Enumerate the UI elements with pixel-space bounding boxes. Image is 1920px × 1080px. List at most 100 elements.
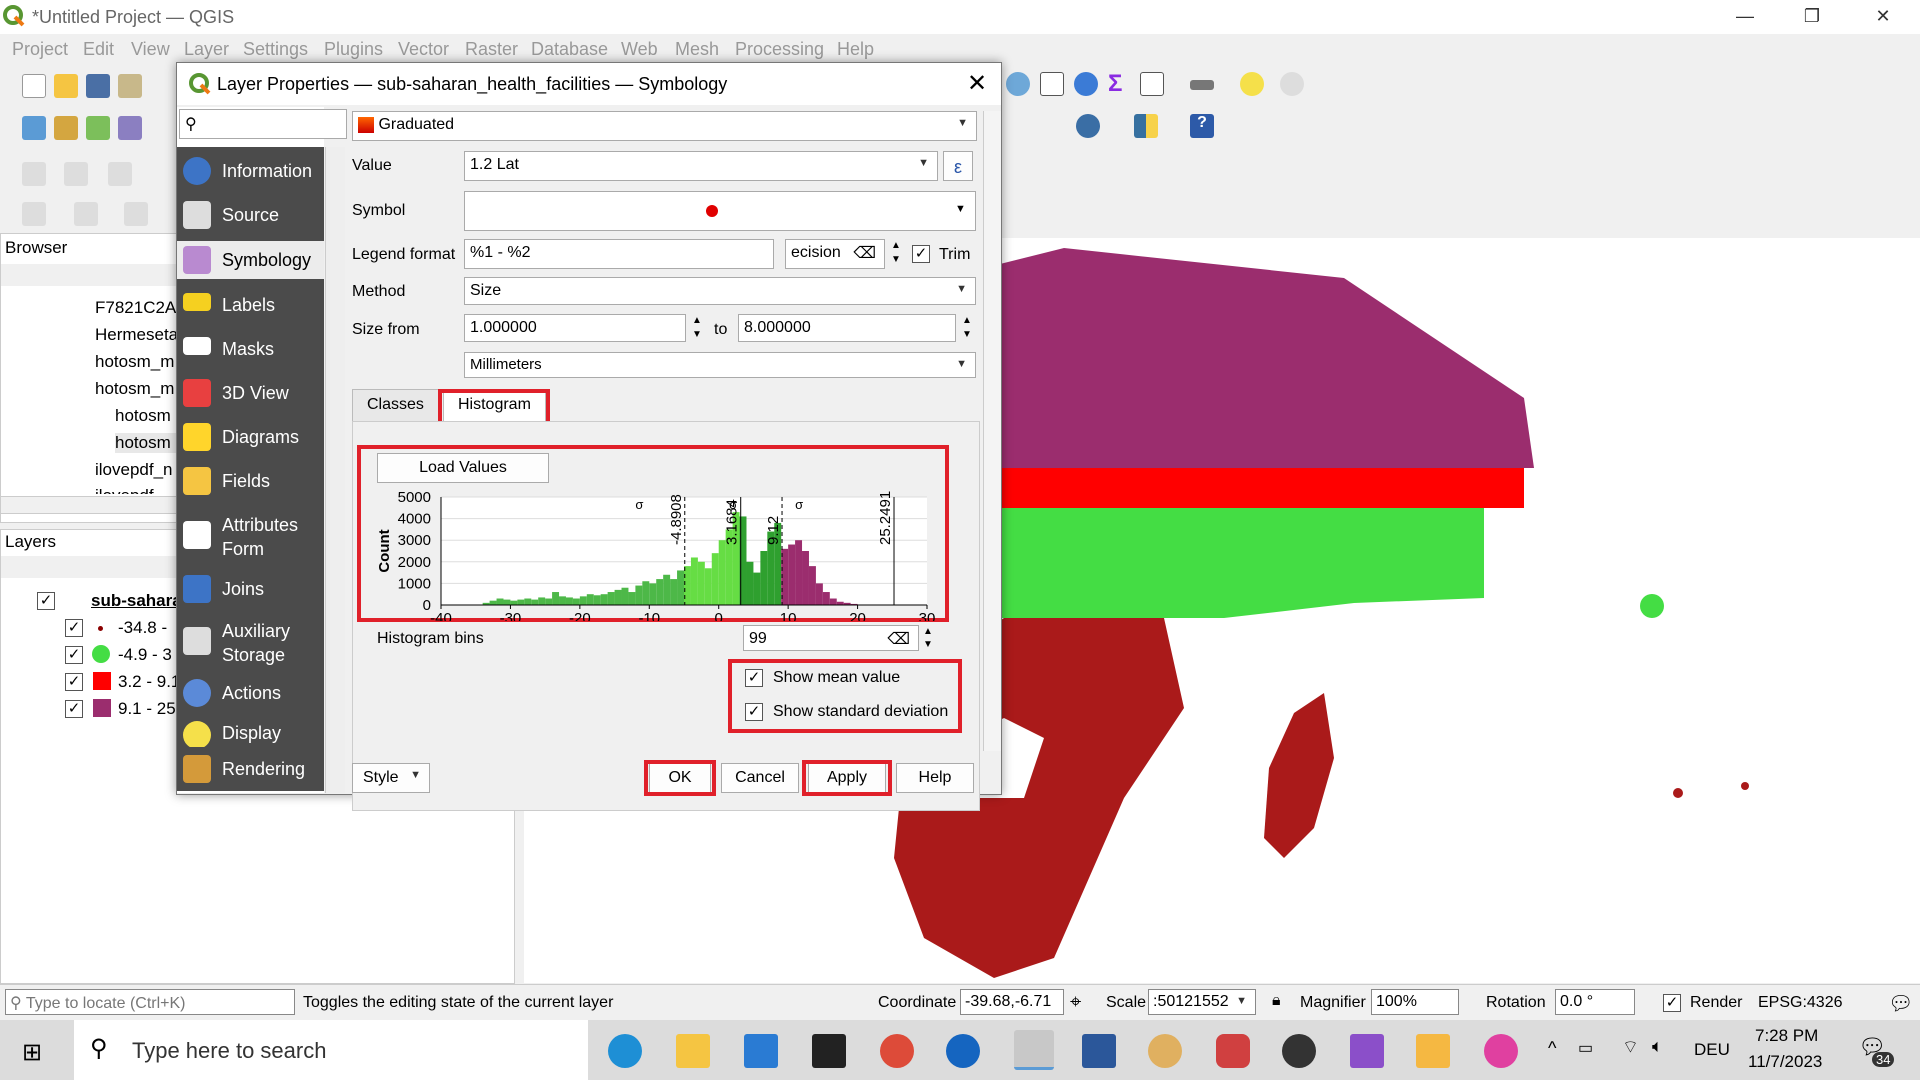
clipchamp-icon[interactable] [1350, 1034, 1384, 1068]
sidebar-item-auxiliary-storage[interactable]: Auxiliary Storage [177, 613, 324, 669]
unit-select[interactable]: Millimeters [464, 352, 976, 378]
menu-raster[interactable]: Raster [465, 39, 518, 60]
clear-icon[interactable]: ⌫ [887, 629, 910, 649]
word-icon[interactable] [1082, 1034, 1116, 1068]
bins-stepper[interactable]: ▲ ▼ [919, 625, 937, 651]
method-select[interactable]: Size [464, 277, 976, 305]
sidebar-item-joins[interactable]: Joins [177, 571, 324, 607]
menu-project[interactable]: Project [12, 39, 68, 60]
browser-item[interactable]: hotosm_m [95, 352, 174, 372]
class-checkbox[interactable]: ✓ [65, 619, 83, 637]
obs-icon[interactable] [1282, 1034, 1316, 1068]
taskbar-search[interactable]: ⚲ Type here to search [74, 1020, 588, 1080]
sidebar-item-fields[interactable]: Fields [177, 463, 324, 499]
select-icon[interactable] [22, 162, 46, 186]
class-checkbox[interactable]: ✓ [65, 673, 83, 691]
chevron-down-icon[interactable]: ▼ [955, 203, 966, 215]
browser-item[interactable]: ilovepdf [95, 486, 154, 494]
edge-icon[interactable] [608, 1034, 642, 1068]
size-to-stepper[interactable]: ▲ ▼ [957, 314, 977, 342]
show-stddev-checkbox[interactable]: ✓ [745, 703, 763, 721]
annotation-icon[interactable] [22, 202, 46, 226]
chevron-up-icon[interactable]: ^ [1548, 1038, 1556, 1059]
open-project-icon[interactable] [54, 74, 78, 98]
globe-icon[interactable] [1076, 114, 1100, 138]
sidebar-item-information[interactable]: Information [177, 153, 324, 189]
help-icon[interactable]: ? [1190, 114, 1214, 138]
sidebar-item-source[interactable]: Source [177, 197, 324, 233]
layer-visibility-checkbox[interactable]: ✓ [37, 592, 55, 610]
settings-gear-icon[interactable] [1074, 72, 1098, 96]
render-checkbox[interactable]: ✓ [1663, 994, 1681, 1012]
sidebar-item-symbology[interactable]: Symbology [177, 241, 324, 279]
size-to-input[interactable]: 8.000000 [738, 314, 956, 342]
paint-icon[interactable] [1148, 1034, 1182, 1068]
open-table-icon[interactable] [1140, 72, 1164, 96]
battery-icon[interactable]: ▭ [1578, 1038, 1593, 1058]
volume-icon[interactable]: 🔈︎ [1652, 1036, 1663, 1057]
python-icon[interactable] [1134, 114, 1158, 138]
sidebar-item-diagrams[interactable]: Diagrams [177, 419, 324, 455]
rotation-field[interactable]: 0.0 ° [1555, 989, 1635, 1015]
menu-layer[interactable]: Layer [184, 39, 229, 60]
expression-icon[interactable]: ε [943, 151, 973, 181]
lock-icon[interactable]: 🔒︎ [1272, 992, 1281, 1010]
sidebar-item-display[interactable]: Display [177, 719, 324, 747]
sidebar-item-attributes-form[interactable]: Attributes Form [177, 507, 324, 563]
sigma-icon[interactable]: Σ [1108, 70, 1122, 98]
sidebar-item-labels[interactable]: Labels [177, 287, 324, 323]
trim-checkbox[interactable]: ✓ [912, 245, 930, 263]
attribute-table-icon[interactable] [1040, 72, 1064, 96]
new-project-icon[interactable] [22, 74, 46, 98]
sidebar-item-actions[interactable]: Actions [177, 675, 324, 711]
histogram-bins-input[interactable]: 99 ⌫ [743, 625, 919, 651]
app-icon[interactable] [946, 1034, 980, 1068]
add-layer-icon[interactable] [22, 116, 46, 140]
menu-plugins[interactable]: Plugins [324, 39, 383, 60]
windows-start-icon[interactable]: ⊞ [22, 1038, 42, 1067]
locate-input[interactable]: ⚲ Type to locate (Ctrl+K) [5, 989, 295, 1015]
class-checkbox[interactable]: ✓ [65, 646, 83, 664]
show-mean-checkbox[interactable]: ✓ [745, 669, 763, 687]
locate-icon[interactable] [1280, 72, 1304, 96]
renderer-select[interactable]: Graduated [352, 111, 977, 141]
size-from-input[interactable]: 1.000000 [464, 314, 686, 342]
layer-name[interactable]: sub-sahara [91, 591, 182, 611]
sidebar-item-3d-view[interactable]: 3D View [177, 375, 324, 411]
precision-stepper[interactable]: ▲ ▼ [886, 239, 906, 269]
scale-field[interactable]: :50121552 [1148, 989, 1256, 1015]
edit-pencil-icon[interactable] [118, 116, 142, 140]
language-indicator[interactable]: DEU [1694, 1040, 1730, 1060]
precision-spinbox[interactable]: ecision ⌫ [785, 239, 885, 269]
wifi-icon[interactable]: ⌔ [1622, 1036, 1639, 1059]
measure-icon[interactable] [124, 202, 148, 226]
menu-mesh[interactable]: Mesh [675, 39, 719, 60]
add-raster-icon[interactable] [54, 116, 78, 140]
menu-help[interactable]: Help [837, 39, 874, 60]
cancel-button[interactable]: Cancel [721, 763, 799, 793]
restore-icon[interactable]: ❐ [1797, 6, 1827, 28]
value-field-select[interactable]: 1.2 Lat [464, 151, 938, 181]
ruler-icon[interactable] [1190, 80, 1214, 90]
sidebar-scrollbar[interactable] [325, 147, 345, 793]
magnifier-field[interactable]: 100% [1371, 989, 1459, 1015]
menu-database[interactable]: Database [531, 39, 608, 60]
save-project-icon[interactable] [86, 74, 110, 98]
menu-settings[interactable]: Settings [243, 39, 308, 60]
browser-item[interactable]: hotosm [115, 406, 171, 426]
browser-item[interactable]: F7821C2A [95, 298, 176, 318]
symbol-button[interactable]: ▼ [464, 191, 976, 231]
browser-item[interactable]: Hermeseta [95, 325, 178, 345]
sidebar-item-masks[interactable]: Masks [177, 331, 324, 367]
browser-item[interactable]: ilovepdf_n [95, 460, 173, 480]
clear-icon[interactable]: ⌫ [853, 243, 876, 263]
move-feature-icon[interactable] [108, 162, 132, 186]
content-scrollbar[interactable] [983, 111, 1001, 751]
size-from-stepper[interactable]: ▲ ▼ [687, 314, 707, 342]
dialog-close-icon[interactable]: ✕ [967, 69, 987, 98]
map-tips-icon[interactable] [1240, 72, 1264, 96]
coordinate-field[interactable]: -39.68,-6.71 [960, 989, 1064, 1015]
help-button[interactable]: Help [896, 763, 974, 793]
close-icon[interactable]: ✕ [1868, 6, 1898, 28]
menu-processing[interactable]: Processing [735, 39, 824, 60]
